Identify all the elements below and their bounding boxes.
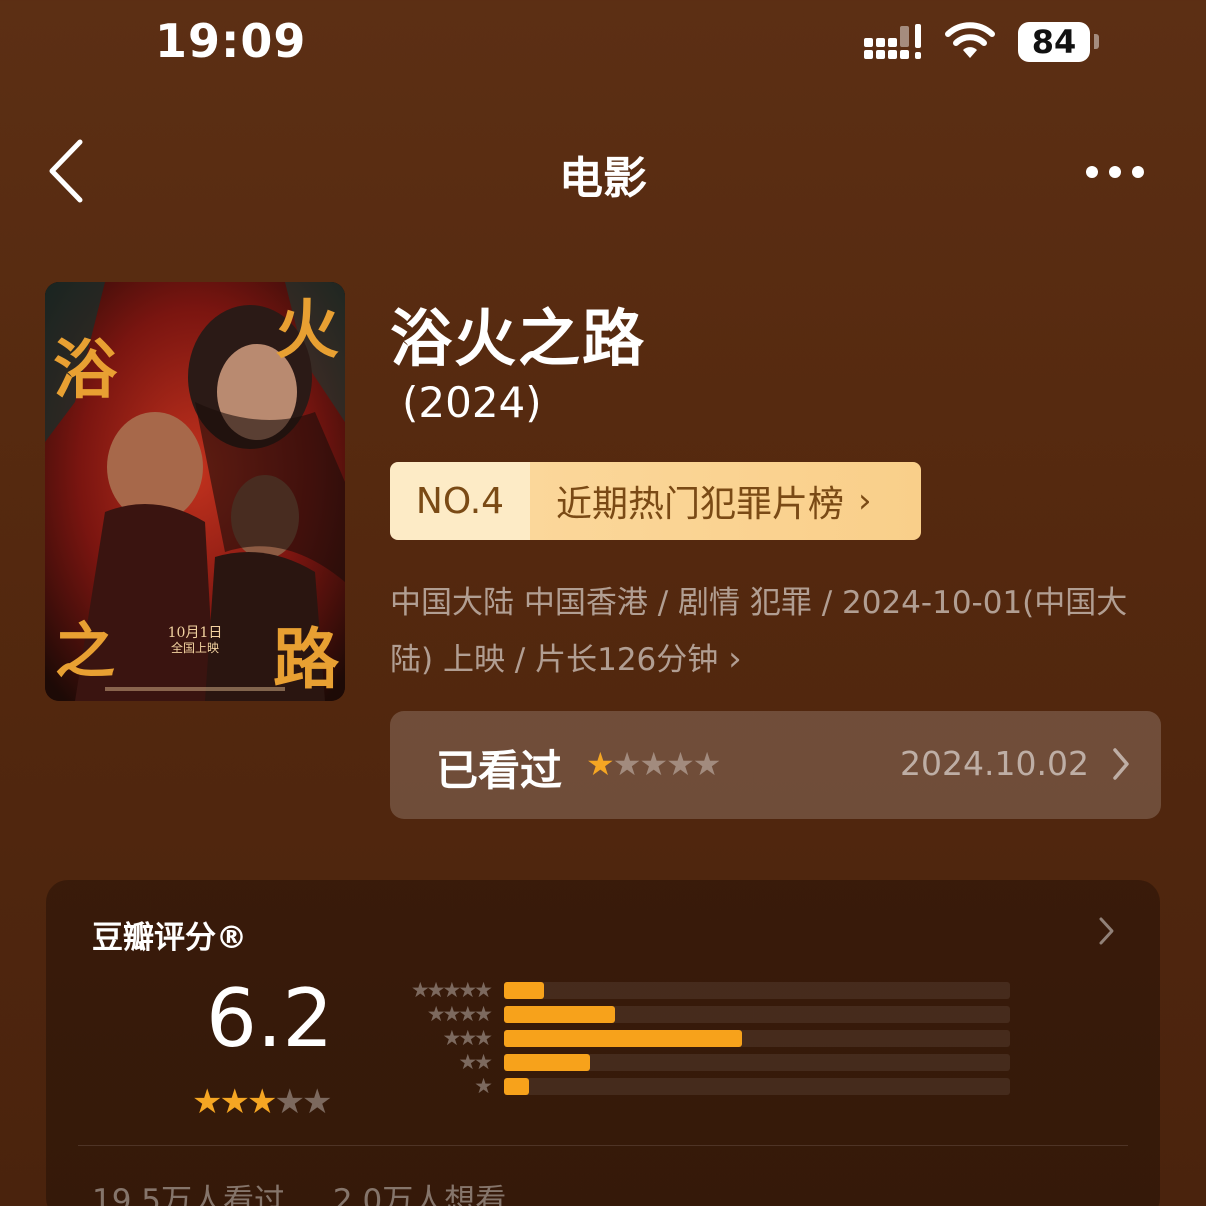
movie-meta-text: 中国大陆 中国香港 / 剧情 犯罪 / 2024-10-01(中国大陆) 上映 … [390,585,1128,678]
svg-text:全国上映: 全国上映 [171,640,219,655]
star-filled-icon: ★ [192,1082,223,1122]
chevron-right-icon: › [728,639,742,679]
divider [78,1145,1128,1146]
movie-year: (2024) [402,378,542,427]
star-filled-icon: ★ [246,1082,278,1122]
rating-stars: ★★★★★ [192,1082,333,1122]
two-star-label-icon: ★★ [458,1050,493,1074]
star-empty-icon: ★ [692,745,722,783]
distribution-track [504,1006,1010,1023]
movie-meta[interactable]: 中国大陆 中国香港 / 剧情 犯罪 / 2024-10-01(中国大陆) 上映 … [390,575,1170,688]
svg-text:火: 火 [275,293,339,368]
douban-rating-card: 豆瓣评分® 6.2 ★★★★★ ★★★★★ ★★★★ ★★★ ★★ ★ 19.5… [46,880,1160,1206]
five-star-label-icon: ★★★★★ [410,978,493,1002]
user-rating-stars: ★★★★★ [586,745,722,783]
more-options-icon[interactable] [1080,160,1150,184]
watched-label: 已看过 [436,746,563,795]
distribution-bar-4 [504,1006,616,1023]
distribution-bar-3 [504,1030,742,1047]
svg-text:路: 路 [273,620,340,698]
distribution-bar-5 [504,982,545,999]
distribution-bar-2 [504,1054,591,1071]
three-star-label-icon: ★★★ [442,1026,493,1050]
star-filled-icon: ★ [586,745,615,783]
movie-poster[interactable]: 浴 火 之 路 10月1日 全国上映 [45,282,345,701]
star-empty-icon: ★ [639,745,668,783]
want-count: 2.0万人想看 [332,1183,507,1206]
watched-date: 2024.10.02 [900,744,1089,783]
svg-text:浴: 浴 [53,333,118,408]
distribution-track [504,1078,1010,1095]
rank-badge[interactable]: NO.4 近期热门犯罪片榜 › [390,462,921,540]
movie-title: 浴火之路 [390,302,647,375]
page-title: 电影 [559,153,647,204]
distribution-track [504,982,1010,999]
chevron-right-icon[interactable] [1098,916,1116,946]
svg-text:10月1日: 10月1日 [168,625,223,641]
distribution-track [504,1030,1010,1047]
rating-distribution-bars [504,982,1010,1102]
battery-nub [1094,34,1099,49]
four-star-label-icon: ★★★★ [426,1002,493,1026]
star-empty-icon: ★ [301,1082,333,1122]
rating-title: 豆瓣评分® [92,920,247,956]
cellular-signal-icon [864,24,921,59]
distribution-bar-1 [504,1078,530,1095]
star-filled-icon: ★ [219,1082,250,1122]
rank-number: NO.4 [390,462,530,540]
watched-status-box[interactable]: 已看过 ★★★★★ 2024.10.02 [390,711,1161,819]
chevron-right-icon [1113,748,1129,780]
audience-counts: 19.5万人看过 2.0万人想看 [92,1175,534,1206]
one-star-label-icon: ★ [474,1074,493,1098]
star-empty-icon: ★ [612,745,642,783]
star-empty-icon: ★ [666,745,695,783]
status-time: 19:09 [155,14,307,68]
distribution-track [504,1054,1010,1071]
watched-count: 19.5万人看过 [92,1183,286,1206]
rating-distribution-labels: ★★★★★ ★★★★ ★★★ ★★ ★ [384,978,493,1098]
wifi-icon [945,22,995,58]
rating-score: 6.2 [206,972,334,1065]
battery-indicator: 84 [1018,22,1090,62]
rank-list-label: 近期热门犯罪片榜 [556,484,845,525]
star-empty-icon: ★ [274,1082,305,1122]
rank-list-name: 近期热门犯罪片榜 › [530,462,921,540]
svg-text:之: 之 [55,617,115,687]
chevron-right-icon: › [858,481,872,521]
